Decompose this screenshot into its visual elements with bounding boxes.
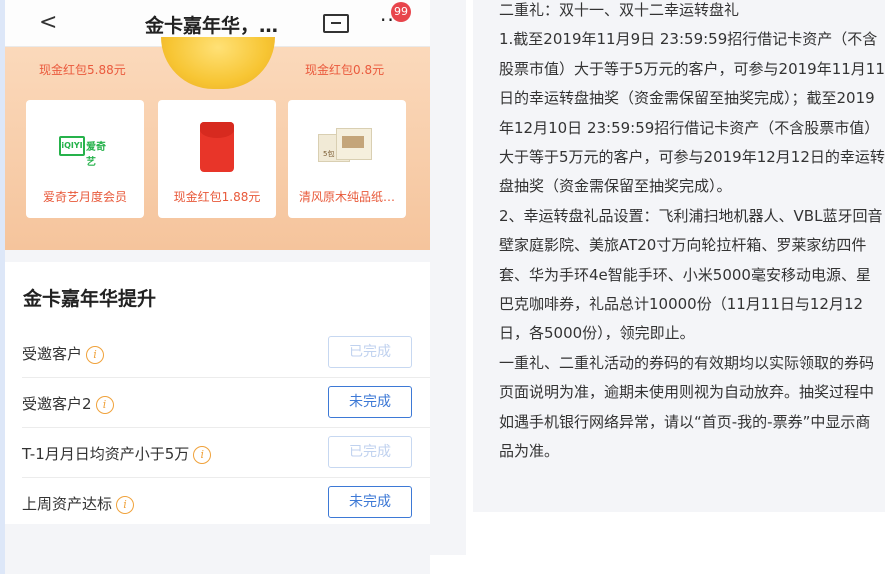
rules-paragraph: 二重礼：双十一、双十二幸运转盘礼 bbox=[499, 1, 740, 19]
prize-label-top-left: 现金红包5.88元 bbox=[39, 63, 126, 77]
rules-text: 二重礼：双十一、双十二幸运转盘礼 1.截至2019年11月9日 23:59:59… bbox=[499, 0, 885, 467]
gap-strip bbox=[430, 0, 466, 555]
gold-coin-icon bbox=[161, 37, 275, 89]
rules-paragraph: 1.截至2019年11月9日 23:59:59招行借记卡资产（不含股票市值）大于… bbox=[499, 30, 885, 196]
prize-card-label: 现金红包1.88元 bbox=[173, 190, 261, 204]
back-icon[interactable]: < bbox=[39, 10, 57, 35]
task-name: T-1月月日均资产小于5万 i bbox=[22, 443, 212, 464]
task-status-button[interactable]: 未完成 bbox=[328, 386, 412, 418]
task-status-button[interactable]: 已完成 bbox=[328, 436, 412, 468]
phone-screen-left: < 金卡嘉年华，… ··· 99 现金红包5.88元 现金红包0.8元 iQIY… bbox=[0, 0, 430, 574]
prize-grid: 现金红包5.88元 现金红包0.8元 iQIYI 爱奇艺 爱奇艺月度会员 现金红… bbox=[5, 37, 430, 250]
info-icon[interactable]: i bbox=[95, 396, 114, 414]
task-status-button[interactable]: 已完成 bbox=[328, 336, 412, 368]
iqiyi-logo: iQIYI 爱奇艺 bbox=[59, 136, 115, 168]
prize-card-label: 清风原木纯品纸… bbox=[298, 190, 395, 204]
prize-card-red-packet[interactable]: 现金红包1.88元 bbox=[158, 100, 276, 218]
info-icon[interactable]: i bbox=[86, 346, 105, 364]
card-icon[interactable] bbox=[323, 14, 349, 33]
prize-label-top-right: 现金红包0.8元 bbox=[305, 63, 385, 77]
task-row: 受邀客户 i 已完成 bbox=[5, 328, 430, 378]
section-heading: 金卡嘉年华提升 bbox=[23, 288, 157, 310]
rules-paragraph: 一重礼、二重礼活动的券码的有效期均以实际领取的券码页面说明为准，逾期未使用则视为… bbox=[499, 353, 875, 461]
task-row: T-1月月日均资产小于5万 i 已完成 bbox=[5, 428, 430, 478]
tissue-pack-icon bbox=[318, 126, 376, 166]
info-icon[interactable]: i bbox=[193, 446, 212, 464]
red-packet-icon bbox=[200, 122, 234, 172]
task-name: 上周资产达标 i bbox=[22, 493, 135, 514]
task-name: 受邀客户 i bbox=[22, 343, 105, 364]
prize-card-tissue[interactable]: 清风原木纯品纸… bbox=[288, 100, 406, 218]
prize-card-label: 爱奇艺月度会员 bbox=[42, 190, 127, 204]
page-title: 金卡嘉年华，… bbox=[145, 15, 279, 37]
task-row: 受邀客户2 i 未完成 bbox=[5, 378, 430, 428]
task-row: 上周资产达标 i 未完成 bbox=[5, 478, 430, 528]
promotion-section: 金卡嘉年华提升 受邀客户 i 已完成 受邀客户2 i 未完成 T-1月月日均资产小于… bbox=[5, 262, 430, 524]
rules-paragraph: 2、幸运转盘礼品设置：飞利浦扫地机器人、VBL蓝牙回音壁家庭影院、美旅AT20寸… bbox=[499, 206, 883, 343]
notification-badge: 99 bbox=[391, 2, 411, 22]
task-name: 受邀客户2 i bbox=[22, 393, 114, 414]
task-status-button[interactable]: 未完成 bbox=[328, 486, 412, 518]
prize-card-iqiyi[interactable]: iQIYI 爱奇艺 爱奇艺月度会员 bbox=[26, 100, 144, 218]
info-icon[interactable]: i bbox=[116, 496, 135, 514]
